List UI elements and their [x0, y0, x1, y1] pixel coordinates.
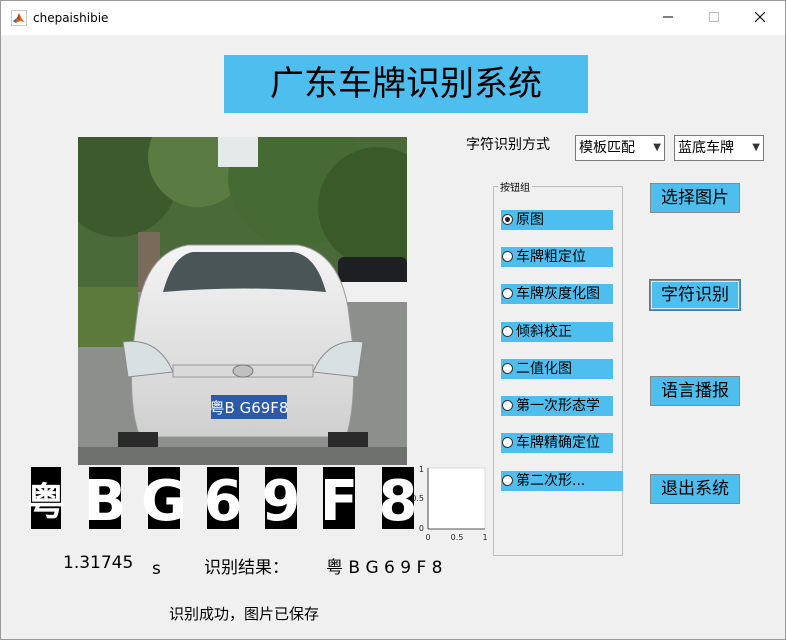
system-title-banner: 广东车牌识别系统: [224, 55, 588, 113]
recognize-button[interactable]: 字符识别: [649, 279, 741, 311]
char-image-4: 6: [204, 467, 243, 534]
status-message: 识别成功，图片已保存: [169, 605, 320, 623]
minimize-icon: [663, 16, 673, 18]
elapsed-time-value: 1.31745: [63, 553, 134, 573]
result-label: 识别结果：: [204, 558, 289, 578]
char-image-6: F: [320, 467, 358, 534]
maximize-icon: [709, 12, 719, 22]
maximize-button[interactable]: [691, 1, 737, 35]
chevron-down-icon: ▼: [752, 142, 760, 153]
x-tick-label: 0: [425, 533, 430, 542]
recognition-method-label: 字符识别方式: [466, 137, 550, 153]
char-label: 9: [262, 469, 301, 534]
voice-broadcast-button[interactable]: 语言播报: [650, 376, 740, 406]
radio-grayscale[interactable]: 车牌灰度化图: [501, 284, 613, 304]
radio-binarize[interactable]: 二值化图: [501, 359, 613, 379]
chevron-down-icon: ▼: [653, 142, 661, 153]
char-image-5: 9: [262, 467, 301, 534]
matlab-icon: [11, 10, 27, 26]
close-button[interactable]: [737, 1, 783, 35]
radio-morphology-2[interactable]: 第二次形...: [501, 471, 623, 491]
title-bar: chepaishibie: [1, 1, 785, 35]
radio-label: 第一次形态学: [516, 398, 600, 414]
plate-color-select-value: 蓝底车牌: [678, 140, 734, 156]
x-tick-label: 0.5: [451, 533, 464, 542]
radio-dot-icon: [502, 363, 513, 374]
plate-text: 粤B G69F8: [210, 399, 289, 417]
method-select[interactable]: 模板匹配 ▼: [575, 135, 665, 161]
radio-label: 二值化图: [516, 361, 572, 377]
char-label: B: [84, 469, 127, 534]
figure-content: 广东车牌识别系统 粤B G69F8 字符识别方式 模板匹配 ▼ 蓝底车牌 ▼ 按…: [1, 35, 785, 639]
y-tick-label: 0.5: [411, 494, 424, 503]
radio-label: 倾斜校正: [516, 324, 572, 340]
plate-color-select[interactable]: 蓝底车牌 ▼: [674, 135, 764, 161]
radio-tilt-correct[interactable]: 倾斜校正: [501, 322, 613, 342]
radio-dot-icon: [502, 214, 513, 225]
x-tick-label: 1: [482, 533, 487, 542]
radio-label: 车牌粗定位: [516, 249, 586, 265]
window-title: chepaishibie: [33, 11, 109, 25]
char-image-3: G: [141, 467, 187, 534]
radio-dot-icon: [502, 400, 513, 411]
char-label: 粤: [27, 480, 65, 524]
char-label: F: [320, 469, 358, 534]
radio-precise-locate[interactable]: 车牌精确定位: [501, 433, 613, 453]
app-window: chepaishibie 广东车牌识别系统 粤B G69F8 字符识别方式 模板…: [0, 0, 786, 640]
radio-label: 第二次形...: [516, 473, 586, 489]
small-empty-axes: 1 0.5 0 0 0.5 1: [411, 465, 487, 542]
close-icon: [754, 11, 766, 23]
radio-label: 车牌灰度化图: [516, 286, 600, 302]
minimize-button[interactable]: [645, 1, 691, 35]
method-select-value: 模板匹配: [579, 140, 635, 156]
exit-system-button[interactable]: 退出系统: [650, 474, 740, 504]
radio-label: 车牌精确定位: [516, 435, 600, 451]
radio-original[interactable]: 原图: [501, 210, 613, 230]
radio-dot-icon: [502, 475, 513, 486]
select-image-button[interactable]: 选择图片: [650, 183, 740, 213]
car-photo: 粤B G69F8: [78, 137, 407, 465]
radio-dot-icon: [502, 251, 513, 262]
y-tick-label: 1: [419, 465, 424, 474]
y-tick-label: 0: [419, 524, 424, 533]
elapsed-time-unit: s: [152, 559, 161, 579]
button-group-title: 按钮组: [498, 179, 532, 194]
radio-label: 原图: [516, 212, 544, 228]
char-image-2: B: [84, 467, 127, 534]
char-label: 6: [204, 469, 243, 534]
char-label: G: [141, 469, 187, 534]
radio-dot-icon: [502, 437, 513, 448]
radio-dot-icon: [502, 288, 513, 299]
result-value: 粤 B G 6 9 F 8: [326, 558, 443, 578]
radio-coarse-locate[interactable]: 车牌粗定位: [501, 247, 613, 267]
radio-dot-icon: [502, 326, 513, 337]
char-image-1: 粤: [27, 467, 65, 529]
radio-morphology-1[interactable]: 第一次形态学: [501, 396, 613, 416]
